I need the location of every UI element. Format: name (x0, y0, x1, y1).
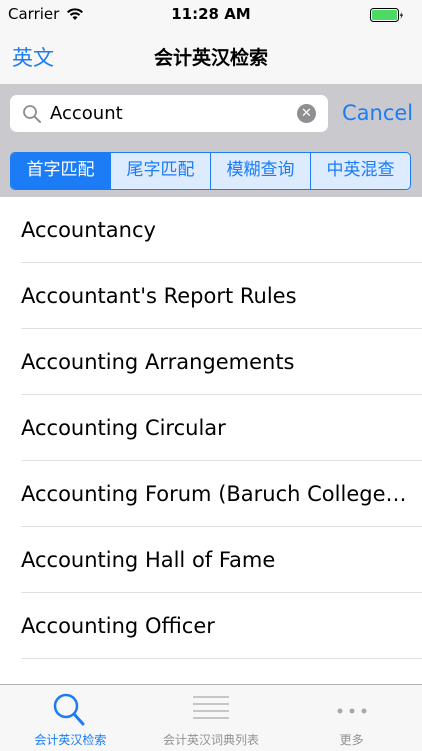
segment-mixed-search[interactable]: 中英混查 (310, 153, 410, 189)
list-item[interactable]: Accounting Officer (0, 593, 422, 659)
list-item[interactable]: Accounting Forum (Baruch College… (0, 461, 422, 527)
list-item-label: Accounting Hall of Fame (21, 548, 276, 572)
search-area: Account ✕ Cancel 首字匹配 尾字匹配 模糊查询 中英混查 (0, 85, 422, 197)
tab-dictionary-list[interactable]: 会计英汉词典列表 (141, 685, 282, 751)
segment-prefix-match[interactable]: 首字匹配 (11, 153, 110, 189)
battery-charging-icon (370, 7, 404, 22)
list-item-label: Accounting Arrangements (21, 350, 295, 374)
list-item-label: Accounting Officer (21, 614, 215, 638)
search-icon (50, 691, 90, 733)
search-mode-segmented-control: 首字匹配 尾字匹配 模糊查询 中英混查 (10, 152, 411, 190)
search-query-text: Account (50, 103, 123, 124)
cancel-button[interactable]: Cancel (342, 101, 413, 125)
segment-suffix-match[interactable]: 尾字匹配 (110, 153, 210, 189)
search-input[interactable]: Account ✕ (10, 95, 328, 132)
list-item-label: Accountant's Report Rules (21, 284, 297, 308)
list-item[interactable]: Accounting Arrangements (0, 329, 422, 395)
tab-bar: 会计英汉检索 会计英汉词典列表 更多 (0, 684, 422, 751)
list-item-label: Accountancy (21, 218, 156, 242)
list-icon (191, 691, 231, 729)
list-item-label: Accounting Circular (21, 416, 226, 440)
clear-icon[interactable]: ✕ (297, 104, 316, 123)
tab-dictionary-list-label: 会计英汉词典列表 (163, 733, 260, 747)
list-item-label: Accounting Forum (Baruch College… (21, 482, 407, 506)
clock: 11:28 AM (171, 5, 251, 23)
tab-more[interactable]: 更多 (281, 685, 422, 751)
tab-search[interactable]: 会计英汉检索 (0, 685, 141, 751)
tab-search-label: 会计英汉检索 (34, 733, 107, 747)
list-item[interactable]: Accountant's Report Rules (0, 263, 422, 329)
magnifier-icon (22, 104, 42, 128)
navigation-bar: 英文 会计英汉检索 (0, 28, 422, 85)
tab-more-label: 更多 (339, 733, 364, 747)
segment-fuzzy-search[interactable]: 模糊查询 (210, 153, 310, 189)
results-list: Accountancy Accountant's Report Rules Ac… (0, 197, 422, 684)
list-item[interactable]: Accounting Hall of Fame (0, 527, 422, 593)
status-bar: Carrier 11:28 AM (0, 0, 422, 28)
page-title: 会计英汉检索 (153, 47, 268, 69)
more-icon (332, 691, 372, 729)
list-item[interactable]: Accounting Circular (0, 395, 422, 461)
list-item[interactable]: Accountancy (0, 197, 422, 263)
divider (21, 658, 422, 659)
